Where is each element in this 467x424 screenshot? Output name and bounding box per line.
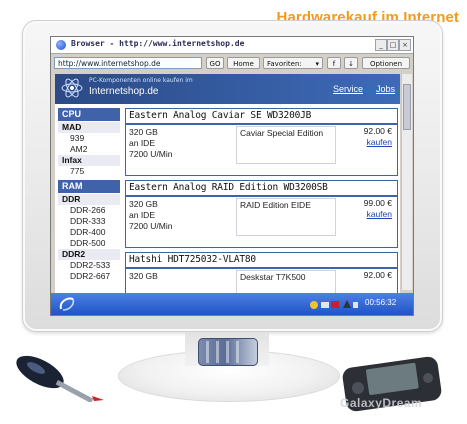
sidebar-item-ddr2-667[interactable]: DDR2-667 <box>58 271 120 282</box>
product-list: Eastern Analog Caviar SE WD3200JB 320 GB… <box>125 108 400 312</box>
subcategory-ddr2[interactable]: DDR2 <box>58 249 120 260</box>
product-capacity: 320 GB <box>129 271 158 281</box>
product-specs: 320 GB <box>129 271 229 282</box>
product-card: Eastern Analog Caviar SE WD3200JB 320 GB… <box>125 108 398 176</box>
site-banner: PC-Komponenten online kaufen im Internet… <box>55 74 400 104</box>
vertical-scrollbar[interactable] <box>401 74 412 290</box>
browser-toolbar: http://www.internetshop.de GO Home Favor… <box>51 54 413 72</box>
web-page: PC-Komponenten online kaufen im Internet… <box>55 74 400 312</box>
watermark: GalaxyDream <box>340 396 423 410</box>
product-interface: an IDE <box>129 210 155 220</box>
download-button[interactable]: ↓ <box>344 57 358 69</box>
chevron-down-icon: ▾ <box>315 60 319 68</box>
browser-window: Browser - http://www.internetshop.de _ □… <box>50 36 414 316</box>
product-specs: 320 GB an IDE 7200 U/Min <box>129 127 229 160</box>
atom-icon <box>61 78 83 98</box>
tray-icons[interactable] <box>309 297 359 311</box>
jobs-link[interactable]: Jobs <box>376 84 395 94</box>
globe-icon <box>56 40 66 50</box>
window-title: Browser - http://www.internetshop.de <box>71 39 245 48</box>
product-price: 92.00 € <box>363 270 392 280</box>
product-capacity: 320 GB <box>129 199 158 209</box>
product-name[interactable]: Eastern Analog Caviar SE WD3200JB <box>126 109 397 125</box>
product-capacity: 320 GB <box>129 127 158 137</box>
home-button[interactable]: Home <box>227 57 260 69</box>
product-rpm: 7200 U/Min <box>129 221 173 231</box>
product-name[interactable]: Eastern Analog RAID Edition WD3200SB <box>126 181 397 197</box>
scrollbar-thumb[interactable] <box>403 84 411 130</box>
sidebar-item-ddr-333[interactable]: DDR-333 <box>58 216 120 227</box>
sidebar-item-ddr2-533[interactable]: DDR2-533 <box>58 260 120 271</box>
options-button[interactable]: Optionen <box>362 57 410 69</box>
subcategory-ddr[interactable]: DDR <box>58 194 120 205</box>
product-specs: 320 GB an IDE 7200 U/Min <box>129 199 229 232</box>
usb-plug <box>198 338 258 366</box>
site-tagline: PC-Komponenten online kaufen im <box>89 77 193 84</box>
product-name[interactable]: Hatshi HDT725032-VLAT80 <box>126 253 397 269</box>
buy-link[interactable]: kaufen <box>340 209 392 220</box>
address-input[interactable]: http://www.internetshop.de <box>54 57 202 69</box>
site-name: Internetshop.de <box>89 86 159 97</box>
maximize-button[interactable]: □ <box>387 39 399 51</box>
category-sidebar: CPU MAD 939 AM2 Infax 775 RAM DDR DDR-26… <box>58 108 120 312</box>
subcategory-mad[interactable]: MAD <box>58 122 120 133</box>
start-swoosh-icon[interactable] <box>57 296 77 312</box>
sidebar-item-939[interactable]: 939 <box>58 133 120 144</box>
favorites-dropdown[interactable]: Favoriten: ▾ <box>263 57 323 69</box>
product-interface: an IDE <box>129 138 155 148</box>
subcategory-infax[interactable]: Infax <box>58 155 120 166</box>
close-button[interactable]: × <box>399 39 411 51</box>
favorites-label: Favoriten: <box>267 60 302 68</box>
sidebar-item-ddr-266[interactable]: DDR-266 <box>58 205 120 216</box>
product-rpm: 7200 U/Min <box>129 149 173 159</box>
category-ram[interactable]: RAM <box>58 180 120 193</box>
sidebar-item-ddr-500[interactable]: DDR-500 <box>58 238 120 249</box>
f-button[interactable]: f <box>327 57 341 69</box>
product-card: Eastern Analog RAID Edition WD3200SB 320… <box>125 180 398 248</box>
product-price: 99.00 € <box>363 198 392 208</box>
go-button[interactable]: GO <box>206 57 224 69</box>
service-link[interactable]: Service <box>333 84 363 94</box>
product-edition: Caviar Special Edition <box>236 126 336 164</box>
category-cpu[interactable]: CPU <box>58 108 120 121</box>
screwdriver-icon <box>16 355 104 402</box>
taskbar: 00:56:32 <box>51 293 413 315</box>
product-price: 92.00 € <box>363 126 392 136</box>
taskbar-clock: 00:56:32 <box>365 298 397 307</box>
sidebar-item-ddr-400[interactable]: DDR-400 <box>58 227 120 238</box>
buy-link[interactable]: kaufen <box>340 137 392 148</box>
product-edition: RAID Edition EIDE <box>236 198 336 236</box>
sidebar-item-am2[interactable]: AM2 <box>58 144 120 155</box>
title-bar: Browser - http://www.internetshop.de _ □… <box>51 37 413 54</box>
sidebar-item-775[interactable]: 775 <box>58 166 120 177</box>
minimize-button[interactable]: _ <box>375 39 387 51</box>
